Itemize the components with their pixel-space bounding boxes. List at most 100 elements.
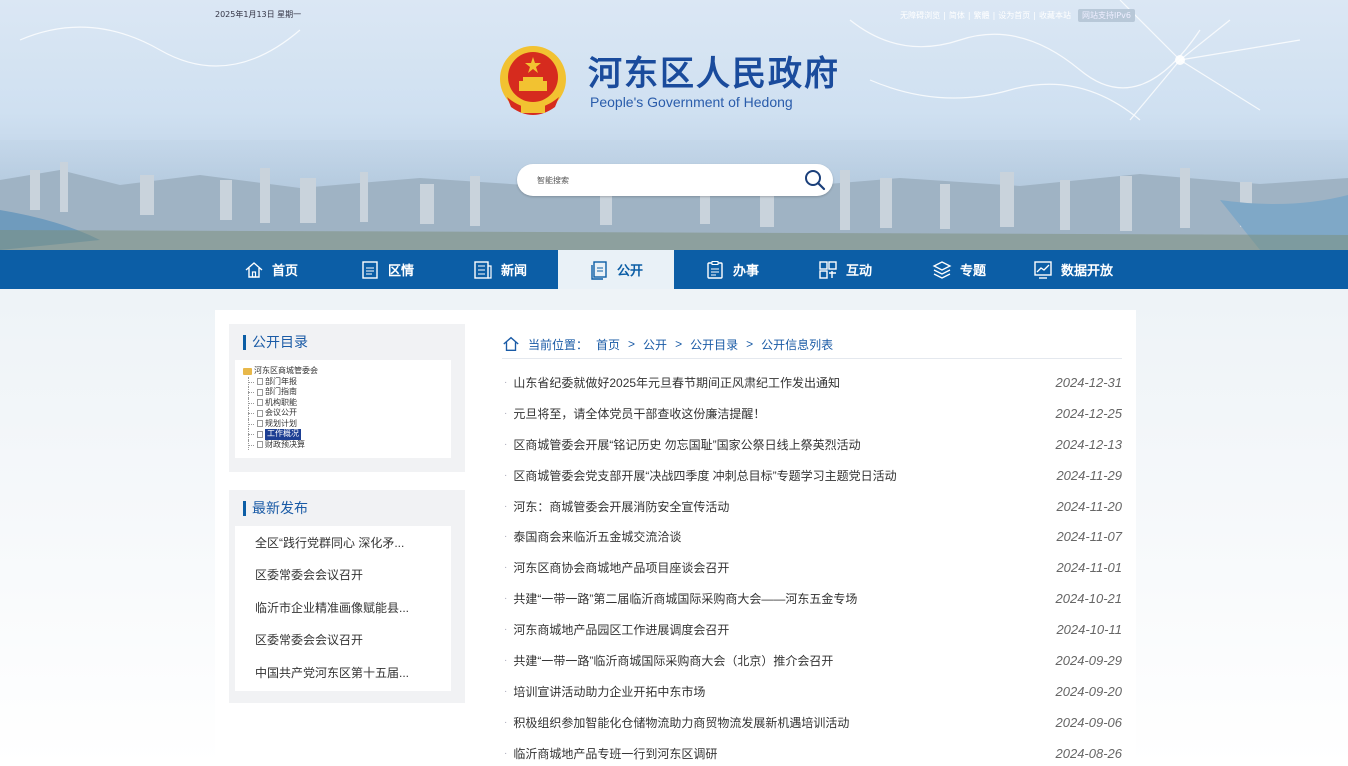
latest-item[interactable]: 全区“践行党群同心 深化矛... (235, 526, 451, 559)
article-date: 2024-12-31 (1055, 374, 1123, 390)
breadcrumb-home[interactable]: 首页 (596, 336, 620, 353)
title-bar-decoration (243, 500, 246, 516)
tree-root-label: 河东区商城管委会 (254, 366, 318, 375)
article-title[interactable]: 河东：商城管委会开展消防安全宣传活动 (513, 498, 729, 515)
article-title[interactable]: 共建“一带一路”临沂商城国际采购商大会（北京）推介会召开 (513, 652, 833, 669)
latest-item[interactable]: 区委常委会会议召开 (235, 624, 451, 657)
article-title[interactable]: 河东区商协会商城地产品项目座谈会召开 (513, 559, 729, 576)
current-date: 2025年1月13日 星期一 (215, 10, 302, 19)
nav-item-home[interactable]: 首页 (244, 250, 298, 289)
tree-item[interactable]: 部门年报 (243, 376, 445, 388)
latest-title-text: 最新发布 (252, 501, 308, 517)
tree-item[interactable]: 部门指南 (243, 387, 445, 398)
nav-item-open[interactable]: 公开 (558, 250, 674, 289)
latest-list: 全区“践行党群同心 深化矛... 区委常委会会议召开 临沂市企业精准画像赋能县.… (235, 526, 451, 691)
set-homepage-link[interactable]: 设为首页 (998, 10, 1030, 21)
nav-item-news[interactable]: 新闻 (473, 250, 527, 289)
site-title: 河东区人民政府 (588, 54, 840, 94)
article-date: 2024-10-21 (1055, 591, 1123, 607)
clipboard-icon (707, 260, 723, 279)
breadcrumb-current: 公开信息列表 (761, 337, 834, 352)
latest-item[interactable]: 中国共产党河东区第十五届... (235, 656, 451, 689)
tree-item[interactable]: 规划计划 (243, 418, 445, 430)
national-emblem-icon (500, 46, 566, 115)
article-date: 2024-08-26 (1055, 745, 1123, 761)
search-input[interactable] (537, 175, 787, 185)
document-icon (257, 388, 263, 396)
bullet: · (504, 747, 508, 759)
open-files-icon (591, 260, 607, 280)
article-title[interactable]: 山东省纪委就做好2025年元旦春节期间正风肃纪工作发出通知 (513, 374, 840, 391)
tree-item[interactable]: 机构职能 (243, 397, 445, 409)
nav-item-topics[interactable]: 专题 (932, 250, 986, 289)
article-row[interactable]: · 山东省纪委就做好2025年元旦春节期间正风肃纪工作发出通知 2024-12-31 (502, 367, 1122, 398)
tree-item[interactable]: 会议公开 (243, 408, 445, 419)
nav-label: 新闻 (501, 264, 528, 279)
article-title[interactable]: 培训宣讲活动助力企业开拓中东市场 (513, 683, 705, 700)
bullet: · (504, 716, 508, 728)
main-nav: 首页 区情 新闻 公开 办事 互动 专题 数据开放 (0, 250, 1348, 289)
simplified-chinese-link[interactable]: 简体 (949, 10, 965, 21)
article-row[interactable]: · 河东商城地产品园区工作进展调度会召开 2024-10-11 (502, 614, 1122, 645)
latest-item[interactable]: 临沂市企业精准画像赋能县... (235, 591, 451, 624)
catalog-tree: 河东区商城管委会 部门年报 部门指南 机构职能 会议公开 规划计划 工作概况 财… (235, 360, 451, 458)
bullet: · (504, 438, 508, 450)
search-bar (517, 164, 833, 196)
interaction-icon (819, 260, 837, 279)
document-icon (362, 260, 378, 279)
catalog-box: 公开目录 河东区商城管委会 部门年报 部门指南 机构职能 会议公开 规划计划 工… (229, 324, 465, 472)
tree-item-selected[interactable]: 工作概况 (243, 429, 445, 440)
article-date: 2024-12-13 (1055, 436, 1123, 452)
article-title[interactable]: 河东商城地产品园区工作进展调度会召开 (513, 621, 729, 638)
document-icon (257, 409, 263, 417)
article-date: 2024-12-25 (1055, 405, 1123, 421)
nav-item-interaction[interactable]: 互动 (818, 250, 872, 289)
nav-item-open-data[interactable]: 数据开放 (1033, 250, 1113, 289)
article-row[interactable]: · 区商城管委会党支部开展“决战四季度 冲刺总目标”专题学习主题党日活动 2024-… (502, 460, 1122, 491)
article-row[interactable]: · 元旦将至，请全体党员干部查收这份廉洁提醒！ 2024-12-25 (502, 398, 1122, 429)
latest-item[interactable]: 区委常委会会议召开 (235, 559, 451, 592)
document-icon (257, 378, 263, 386)
latest-title: 最新发布 (229, 490, 465, 526)
bullet: · (504, 500, 508, 512)
layers-icon (932, 260, 952, 279)
home-icon (503, 336, 519, 351)
article-row[interactable]: · 区商城管委会开展“铭记历史 勿忘国耻”国家公祭日线上祭英烈活动 2024-12-… (502, 429, 1122, 460)
article-row[interactable]: · 培训宣讲活动助力企业开拓中东市场 2024-09-20 (502, 676, 1122, 707)
nav-label: 数据开放 (1061, 264, 1114, 279)
article-title[interactable]: 元旦将至，请全体党员干部查收这份廉洁提醒！ (513, 405, 765, 422)
nav-label: 首页 (272, 264, 299, 279)
article-date: 2024-09-06 (1055, 714, 1123, 730)
nav-item-district[interactable]: 区情 (360, 250, 414, 289)
nav-item-services[interactable]: 办事 (705, 250, 759, 289)
bullet: · (504, 531, 508, 543)
article-row[interactable]: · 临沂商城地产品专班一行到河东区调研 2024-08-26 (502, 738, 1122, 766)
search-icon[interactable] (803, 168, 827, 192)
document-icon (257, 441, 263, 449)
separator: | (943, 11, 946, 20)
breadcrumb-open[interactable]: 公开 (643, 336, 667, 353)
bookmark-link[interactable]: 收藏本站 (1039, 10, 1071, 21)
article-title[interactable]: 共建“一带一路”第二届临沂商城国际采购商大会——河东五金专场 (513, 590, 857, 607)
article-row[interactable]: · 共建“一带一路”临沂商城国际采购商大会（北京）推介会召开 2024-09-29 (502, 645, 1122, 676)
folder-icon (243, 367, 252, 375)
article-title[interactable]: 区商城管委会开展“铭记历史 勿忘国耻”国家公祭日线上祭英烈活动 (513, 436, 860, 453)
tree-root[interactable]: 河东区商城管委会 (243, 366, 445, 377)
breadcrumb-catalog[interactable]: 公开目录 (690, 336, 738, 353)
article-title[interactable]: 区商城管委会党支部开展“决战四季度 冲刺总目标”专题学习主题党日活动 (513, 467, 896, 484)
tree-item[interactable]: 财政预决算 (243, 439, 445, 451)
article-row[interactable]: · 共建“一带一路”第二届临沂商城国际采购商大会——河东五金专场 2024-10-2… (502, 583, 1122, 614)
article-row[interactable]: · 泰国商会来临沂五金城交流洽谈 2024-11-07 (502, 521, 1122, 552)
bullet: · (504, 562, 508, 574)
article-date: 2024-11-20 (1056, 498, 1122, 514)
article-title[interactable]: 泰国商会来临沂五金城交流洽谈 (513, 528, 681, 545)
accessibility-link[interactable]: 无障碍浏览 (900, 10, 940, 21)
article-row[interactable]: · 积极组织参加智能化仓储物流助力商贸物流发展新机遇培训活动 2024-09-06 (502, 707, 1122, 738)
traditional-chinese-link[interactable]: 繁體 (974, 10, 990, 21)
article-row[interactable]: · 河东区商协会商城地产品项目座谈会召开 2024-11-01 (502, 552, 1122, 583)
article-title[interactable]: 临沂商城地产品专班一行到河东区调研 (513, 745, 717, 762)
separator: | (967, 11, 971, 20)
article-date: 2024-10-11 (1056, 622, 1122, 638)
article-row[interactable]: · 河东：商城管委会开展消防安全宣传活动 2024-11-20 (502, 491, 1122, 522)
article-title[interactable]: 积极组织参加智能化仓储物流助力商贸物流发展新机遇培训活动 (513, 714, 849, 731)
